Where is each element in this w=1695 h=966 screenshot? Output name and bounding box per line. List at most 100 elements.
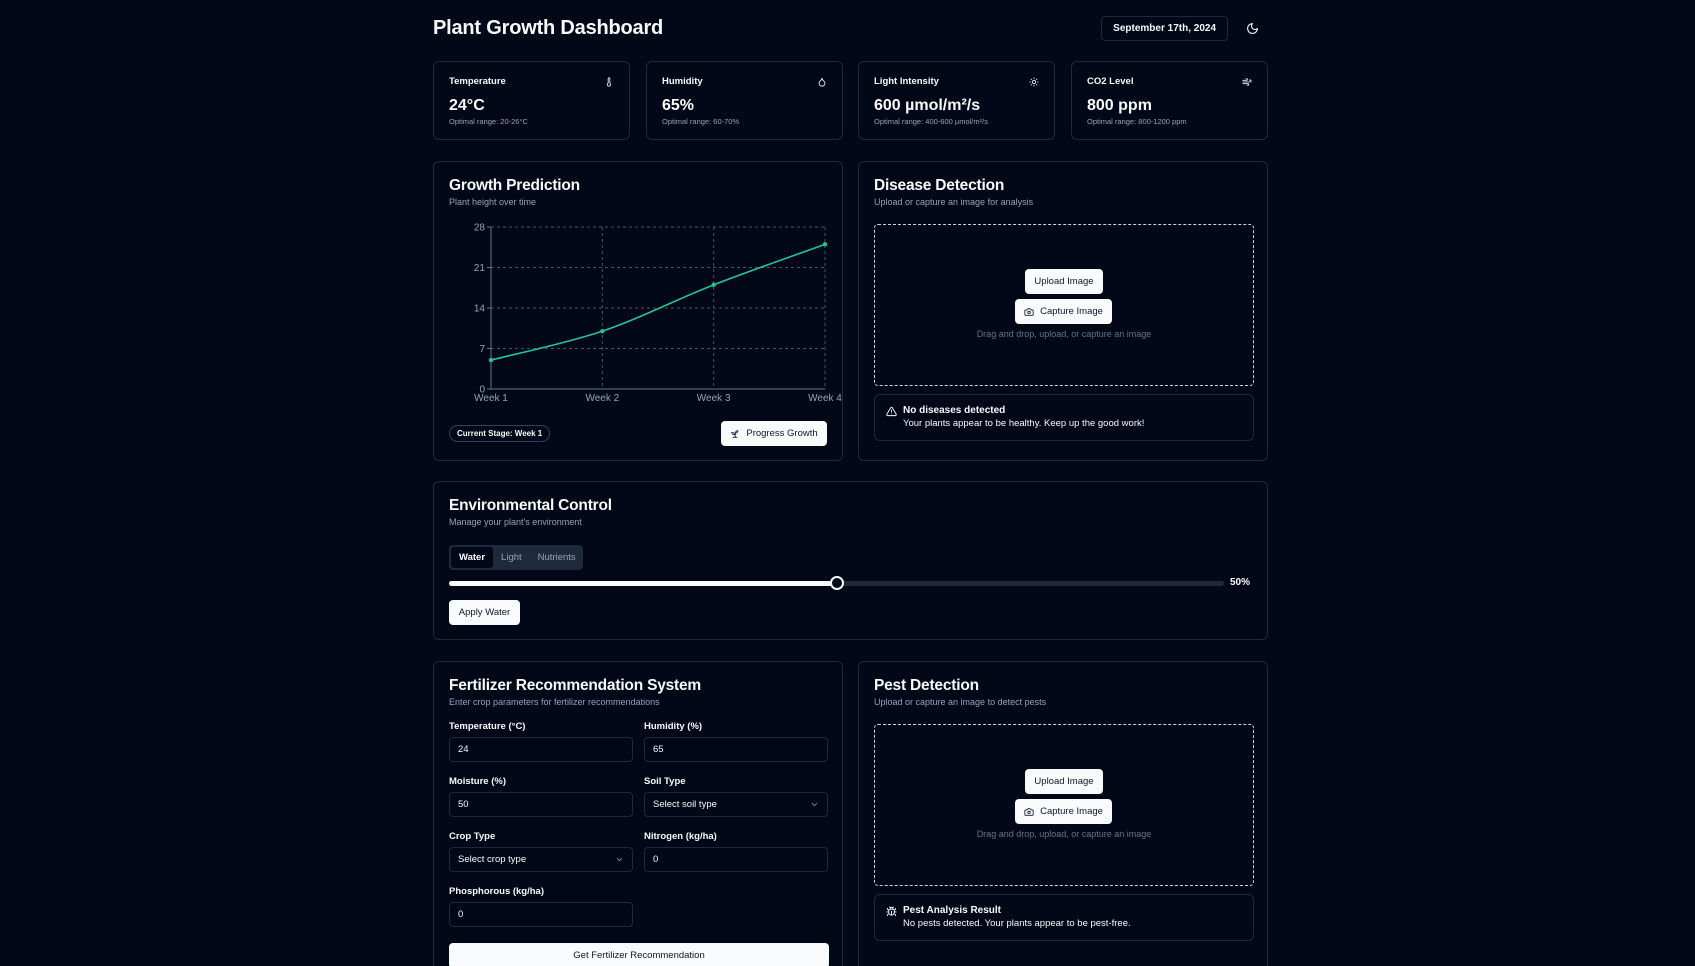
section-title: Disease Detection: [874, 177, 1005, 194]
pest-result-alert: Pest Analysis Result No pests detected. …: [874, 894, 1254, 941]
stat-card-humidity: Humidity 65% Optimal range: 60-70%: [646, 61, 843, 140]
alert-title: Pest Analysis Result: [903, 905, 1002, 916]
stat-card-co2: CO2 Level 800 ppm Optimal range: 800-120…: [1071, 61, 1268, 140]
crop-type-select[interactable]: Select crop type: [449, 847, 633, 872]
upload-image-button[interactable]: Upload Image: [1025, 769, 1103, 794]
capture-image-label: Capture Image: [1040, 306, 1103, 317]
stat-card-temperature: Temperature 24°C Optimal range: 20-26°C: [433, 61, 630, 140]
slider-fill: [449, 581, 837, 586]
stat-range: Optimal range: 400-600 µmol/m²/s: [874, 117, 988, 126]
date-picker-button[interactable]: September 17th, 2024: [1101, 15, 1228, 41]
fertilizer-recommendation-card: Fertilizer Recommendation System Enter c…: [433, 661, 843, 966]
field-label: Soil Type: [644, 776, 686, 787]
upload-image-button[interactable]: Upload Image: [1025, 269, 1103, 294]
stat-value: 24°C: [449, 97, 485, 114]
disease-dropzone[interactable]: Upload Image Capture Image Drag and drop…: [874, 224, 1254, 386]
crop-type-value: Select crop type: [458, 854, 527, 865]
x-tick-label: Week 2: [585, 393, 619, 402]
slider-thumb[interactable]: [829, 576, 844, 590]
section-subtitle: Upload or capture an image to detect pes…: [874, 697, 1047, 707]
capture-image-button[interactable]: Capture Image: [1015, 799, 1112, 824]
progress-growth-label: Progress Growth: [746, 428, 818, 439]
field-label: Moisture (%): [449, 776, 506, 787]
stat-label: Light Intensity: [874, 76, 939, 87]
section-title: Pest Detection: [874, 677, 979, 694]
moisture-field: Moisture (%) 50: [449, 776, 633, 817]
y-tick-label: 21: [474, 263, 486, 274]
theme-toggle-button[interactable]: [1236, 14, 1268, 42]
page-title: Plant Growth Dashboard: [433, 16, 664, 39]
x-tick-label: Week 1: [474, 393, 508, 402]
dropzone-hint: Drag and drop, upload, or capture an ima…: [976, 329, 1152, 339]
chevron-down-icon: [616, 858, 623, 862]
alert-description: No pests detected. Your plants appear to…: [903, 918, 1131, 929]
x-tick-label: Week 4: [808, 393, 842, 402]
humidity-field: Humidity (%) 65: [644, 721, 828, 762]
tab-nutrients[interactable]: Nutrients: [530, 547, 584, 568]
disease-result-alert: No diseases detected Your plants appear …: [874, 394, 1254, 441]
temperature-field: Temperature (°C) 24: [449, 721, 633, 762]
data-point: [488, 357, 494, 363]
stat-range: Optimal range: 60-70%: [662, 117, 740, 126]
stat-range: Optimal range: 800-1200 ppm: [1087, 117, 1187, 126]
growth-prediction-card: Growth Prediction Plant height over time…: [433, 161, 843, 461]
disease-detection-card: Disease Detection Upload or capture an i…: [858, 161, 1268, 461]
progress-growth-button[interactable]: Progress Growth: [721, 421, 827, 446]
current-stage-badge: Current Stage: Week 1: [449, 425, 551, 442]
tab-water[interactable]: Water: [451, 547, 494, 568]
section-subtitle: Enter crop parameters for fertilizer rec…: [449, 697, 660, 707]
alert-title: No diseases detected: [903, 405, 1006, 416]
dropzone-hint: Drag and drop, upload, or capture an ima…: [976, 829, 1152, 839]
nitrogen-field: Nitrogen (kg/ha) 0: [644, 831, 828, 872]
field-label: Nitrogen (kg/ha): [644, 831, 717, 842]
capture-image-button[interactable]: Capture Image: [1015, 299, 1112, 324]
field-label: Temperature (°C): [449, 721, 526, 732]
soil-type-value: Select soil type: [653, 799, 717, 810]
stat-value: 65%: [662, 97, 695, 114]
header-actions: September 17th, 2024: [1101, 14, 1268, 42]
pest-detection-card: Pest Detection Upload or capture an imag…: [858, 661, 1268, 966]
stat-label: CO2 Level: [1087, 76, 1134, 87]
slider-value: 50%: [1230, 577, 1251, 588]
stat-label: Humidity: [662, 76, 703, 87]
section-subtitle: Manage your plant's environment: [449, 517, 582, 527]
moisture-input[interactable]: 50: [449, 792, 633, 817]
data-point: [822, 242, 828, 247]
soil-type-select[interactable]: Select soil type: [644, 792, 828, 817]
sun-icon: [1029, 76, 1039, 87]
growth-chart: 07142128Week 1 Week 2 Week 3 Week 4: [474, 223, 842, 403]
droplet-icon: [818, 77, 826, 87]
phosphorous-input[interactable]: 0: [449, 902, 633, 927]
stat-value: 600 µmol/m²/s: [874, 97, 981, 114]
x-tick-label: Week 3: [697, 393, 731, 402]
section-subtitle: Upload or capture an image for analysis: [874, 197, 1034, 207]
wind-icon: [1242, 77, 1252, 86]
field-label: Crop Type: [449, 831, 496, 842]
pest-dropzone[interactable]: Upload Image Capture Image Drag and drop…: [874, 724, 1254, 886]
data-point: [600, 328, 605, 334]
y-tick-label: 28: [474, 223, 486, 234]
stat-label: Temperature: [449, 76, 506, 87]
stat-value: 800 ppm: [1087, 97, 1152, 114]
humidity-input[interactable]: 65: [644, 737, 828, 762]
moon-icon: [1246, 22, 1258, 34]
data-point: [711, 282, 716, 288]
stat-card-light: Light Intensity 600 µmol/m²/s Optimal ra…: [858, 61, 1055, 140]
field-label: Humidity (%): [644, 721, 703, 732]
nitrogen-input[interactable]: 0: [644, 847, 828, 872]
phosphorous-field: Phosphorous (kg/ha) 0: [449, 886, 633, 927]
temperature-input[interactable]: 24: [449, 737, 633, 762]
field-label: Phosphorous (kg/ha): [449, 886, 544, 897]
series-line: [490, 243, 826, 361]
tab-light[interactable]: Light: [493, 547, 530, 568]
y-tick-label: 14: [474, 304, 486, 315]
apply-water-button[interactable]: Apply Water: [449, 600, 520, 625]
dashboard: Plant Growth Dashboard September 17th, 2…: [433, 0, 1268, 966]
get-fertilizer-recommendation-button[interactable]: Get Fertilizer Recommendation: [449, 943, 829, 966]
crop-type-field: Crop Type Select crop type: [449, 831, 633, 872]
y-tick-label: 7: [479, 344, 485, 355]
thermometer-icon: [606, 76, 612, 87]
water-level-slider[interactable]: [449, 576, 1224, 590]
capture-image-label: Capture Image: [1040, 806, 1103, 817]
stat-range: Optimal range: 20-26°C: [449, 117, 528, 126]
